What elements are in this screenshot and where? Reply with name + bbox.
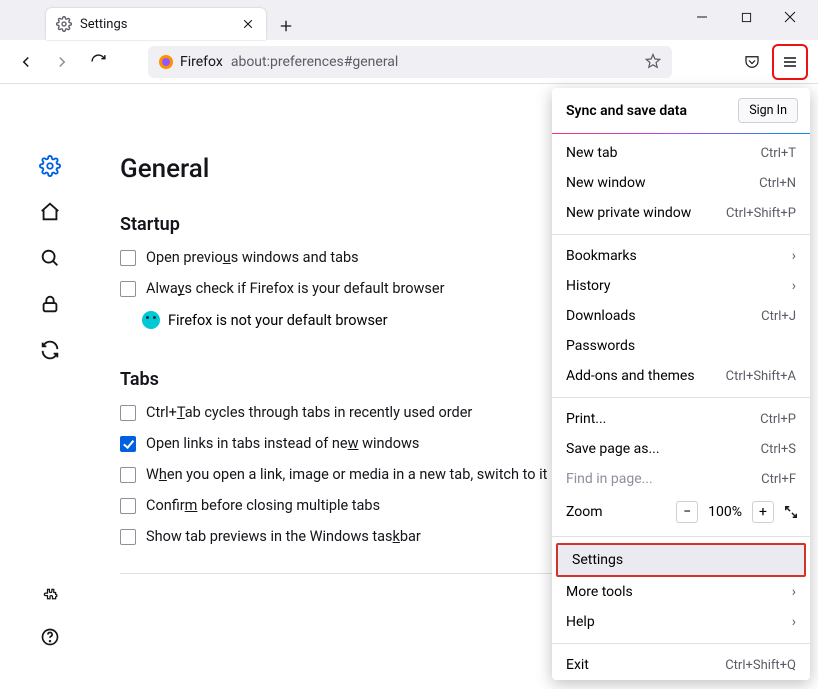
preferences-sidebar	[0, 84, 100, 689]
ctrl-tab-checkbox[interactable]	[120, 405, 136, 421]
sidebar-general-icon[interactable]	[38, 154, 62, 178]
menu-new-private-window[interactable]: New private windowCtrl+Shift+P	[552, 198, 810, 228]
sidebar-privacy-icon[interactable]	[38, 292, 62, 316]
menu-bookmarks[interactable]: Bookmarks›	[552, 241, 810, 271]
menu-new-window[interactable]: New windowCtrl+N	[552, 168, 810, 198]
taskbar-preview-checkbox[interactable]	[120, 529, 136, 545]
sidebar-sync-icon[interactable]	[38, 338, 62, 362]
fullscreen-button[interactable]	[784, 505, 798, 519]
restore-session-label: Open previous windows and tabs	[146, 249, 359, 266]
open-links-tabs-label: Open links in tabs instead of new window…	[146, 435, 419, 452]
menu-find[interactable]: Find in page...Ctrl+F	[552, 464, 810, 494]
menu-zoom-row: Zoom − 100% +	[552, 494, 810, 530]
app-menu-highlight	[772, 44, 808, 80]
zoom-level: 100%	[708, 504, 742, 520]
menu-save-as[interactable]: Save page as...Ctrl+S	[552, 434, 810, 464]
sign-in-button[interactable]: Sign In	[738, 98, 798, 123]
nav-toolbar: Firefox about:preferences#general	[0, 40, 818, 84]
check-default-checkbox[interactable]	[120, 281, 136, 297]
close-window-button[interactable]	[768, 0, 812, 34]
identity-box[interactable]: Firefox	[158, 54, 223, 70]
menu-settings[interactable]: Settings	[556, 543, 806, 577]
sidebar-help-icon[interactable]	[38, 625, 62, 649]
close-tab-icon[interactable]	[240, 16, 256, 32]
gear-icon	[56, 16, 72, 32]
app-menu: Sync and save data Sign In New tabCtrl+T…	[552, 88, 810, 680]
sidebar-search-icon[interactable]	[38, 246, 62, 270]
open-links-tabs-checkbox[interactable]	[120, 436, 136, 452]
menu-more-tools[interactable]: More tools›	[552, 577, 810, 607]
menu-passwords[interactable]: Passwords	[552, 331, 810, 361]
url-text: about:preferences#general	[231, 54, 636, 70]
switch-to-tab-checkbox[interactable]	[120, 467, 136, 483]
zoom-in-button[interactable]: +	[752, 501, 774, 523]
url-label: Firefox	[180, 54, 223, 70]
menu-new-tab[interactable]: New tabCtrl+T	[552, 138, 810, 168]
restore-session-checkbox[interactable]	[120, 250, 136, 266]
reload-button[interactable]	[82, 46, 114, 78]
menu-help[interactable]: Help›	[552, 607, 810, 637]
bookmark-star-icon[interactable]	[644, 53, 662, 71]
tab-title: Settings	[80, 17, 240, 32]
menu-downloads[interactable]: DownloadsCtrl+J	[552, 301, 810, 331]
app-menu-button[interactable]	[776, 48, 804, 76]
menu-sync-title: Sync and save data	[566, 103, 687, 119]
confirm-close-checkbox[interactable]	[120, 498, 136, 514]
menu-addons[interactable]: Add-ons and themesCtrl+Shift+A	[552, 361, 810, 391]
titlebar: Settings	[0, 0, 818, 40]
menu-gradient-divider	[552, 133, 810, 134]
firefox-logo-icon	[158, 54, 174, 70]
taskbar-preview-label: Show tab previews in the Windows taskbar	[146, 528, 421, 545]
window-controls	[680, 0, 812, 40]
confirm-close-label: Confirm before closing multiple tabs	[146, 497, 380, 514]
url-bar[interactable]: Firefox about:preferences#general	[148, 46, 672, 78]
back-button[interactable]	[10, 46, 42, 78]
minimize-button[interactable]	[680, 0, 724, 34]
sidebar-extensions-icon[interactable]	[38, 583, 62, 607]
new-tab-button[interactable]	[272, 12, 300, 40]
ctrl-tab-label: Ctrl+Tab cycles through tabs in recently…	[146, 404, 472, 421]
browser-tab[interactable]: Settings	[46, 8, 266, 40]
sidebar-home-icon[interactable]	[38, 200, 62, 224]
maximize-button[interactable]	[724, 0, 768, 34]
zoom-out-button[interactable]: −	[676, 501, 698, 523]
pocket-button[interactable]	[736, 46, 768, 78]
forward-button[interactable]	[46, 46, 78, 78]
menu-print[interactable]: Print...Ctrl+P	[552, 404, 810, 434]
sad-face-icon	[142, 311, 160, 329]
menu-history[interactable]: History›	[552, 271, 810, 301]
check-default-label: Always check if Firefox is your default …	[146, 280, 445, 297]
menu-exit[interactable]: ExitCtrl+Shift+Q	[552, 650, 810, 680]
